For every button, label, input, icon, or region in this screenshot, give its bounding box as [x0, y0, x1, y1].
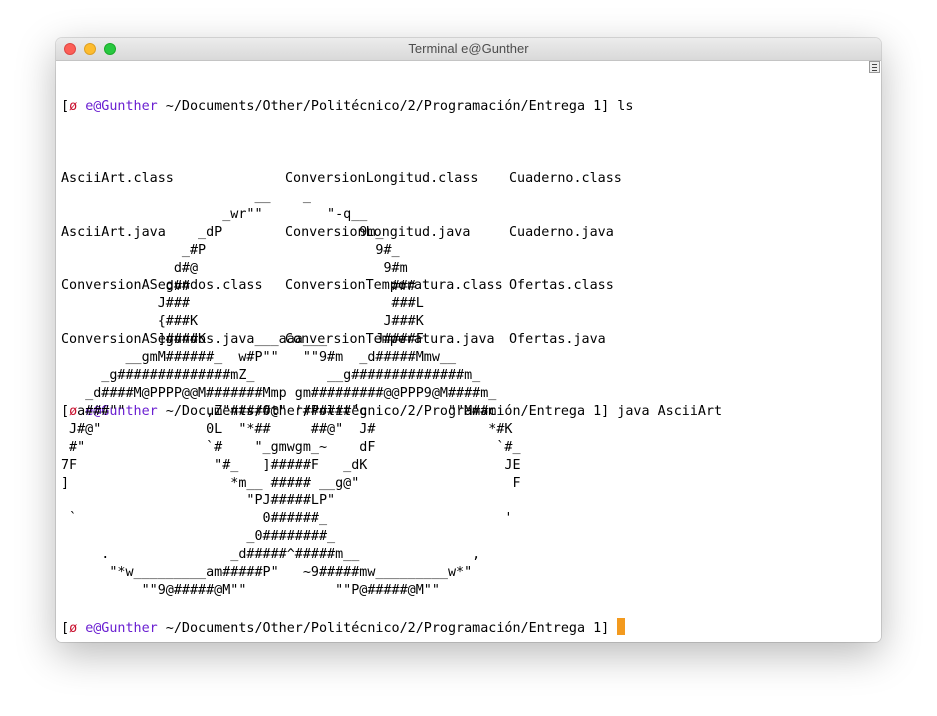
file-name: AsciiArt.class [61, 170, 174, 186]
prompt-bracket: [ [61, 98, 70, 114]
ascii-art-output: __ _ _wr"" "-q__ _dP 9m_ _#P 9#_ d#@ 9#m… [61, 189, 521, 598]
ls-output-row: AsciiArt.class ConversionLongitud.class Cu… [61, 170, 722, 188]
prompt-path: ~/Documents/Other/Politécnico/2/Programa… [157, 98, 610, 114]
file-name: Cuaderno.java [509, 224, 614, 240]
terminal-content[interactable]: [ø e@Gunther ~/Documents/Other/Politécni… [56, 61, 881, 642]
prompt-symbol: ø [69, 98, 78, 114]
prompt-bracket: [ [61, 621, 70, 636]
file-name: ConversionLongitud.class [285, 170, 479, 186]
prompt-user: e@Gunther [85, 98, 158, 114]
file-name: Cuaderno.class [509, 170, 622, 186]
prompt-path: ~/Documents/Other/Politécnico/2/Programa… [157, 621, 610, 636]
file-name: Ofertas.java [509, 332, 606, 348]
prompt-line: [ø e@Gunther ~/Documents/Other/Politécni… [61, 618, 626, 638]
title-bar[interactable]: Terminal e@Gunther [56, 38, 881, 61]
file-name: Ofertas.class [509, 278, 614, 294]
command-input[interactable] [609, 621, 617, 636]
command-text: java AsciiArt [609, 404, 723, 420]
menu-icon[interactable] [869, 61, 880, 73]
command-text: ls [609, 98, 634, 114]
text-cursor [617, 618, 626, 635]
terminal-window: Terminal e@Gunther [ø e@Gunther ~/Docume… [56, 38, 881, 642]
window-title: Terminal e@Gunther [408, 41, 529, 56]
prompt-line: [ø e@Gunther ~/Documents/Other/Politécni… [61, 98, 722, 116]
prompt-user: e@Gunther [85, 621, 158, 636]
prompt-symbol: ø [69, 621, 78, 636]
